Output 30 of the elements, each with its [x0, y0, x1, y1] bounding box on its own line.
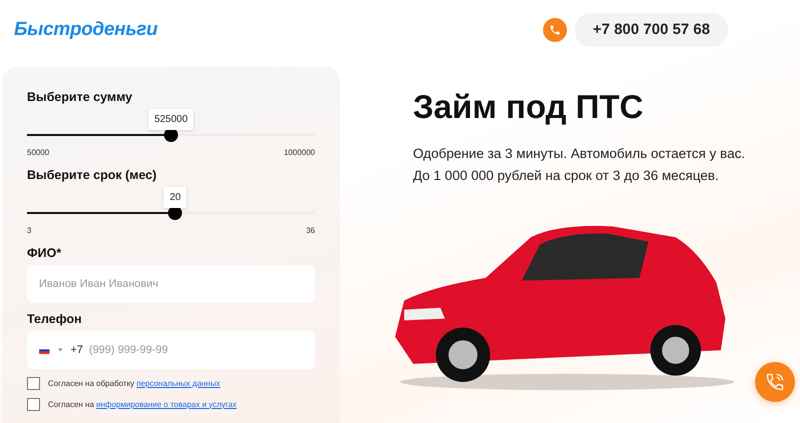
caret-icon — [58, 348, 62, 352]
logo[interactable]: Быстроденьги — [14, 16, 158, 44]
slider-min-label: 50000 — [27, 147, 50, 159]
checkbox[interactable] — [27, 377, 40, 390]
description-text: Одобрение за 3 минуты. Автомобиль остается у вас. — [413, 144, 746, 163]
phone-input-field[interactable]: +7 (999) 999-99-99 — [27, 331, 315, 369]
callback-button[interactable] — [755, 362, 795, 402]
phone-number-link[interactable]: +7 800 700 57 68 — [574, 12, 728, 48]
phone-prefix: +7 — [70, 342, 84, 358]
slider-value-tooltip: 525000 — [148, 109, 194, 130]
name-input-field[interactable]: Иванов Иван Иванович — [27, 265, 315, 303]
slider-max-label: 36 — [306, 225, 315, 237]
phone-icon[interactable] — [542, 18, 567, 42]
page-title: Займ под ПТС — [413, 87, 644, 127]
slider-label: Выберите сумму — [27, 89, 134, 105]
flag-icon — [39, 346, 50, 354]
phone-icon — [765, 372, 785, 392]
slider-value-tooltip: 20 — [164, 187, 187, 208]
consent-text: Согласен на информирование о товарах и услугах — [48, 398, 237, 410]
consent-text: Согласен на обработку персональных данных — [48, 378, 220, 390]
checkbox[interactable] — [27, 398, 40, 411]
description-text: До 1 000 000 рублей на срок от 3 до 36 месяцев. — [413, 166, 720, 185]
slider-min-label: 3 — [27, 225, 32, 237]
phone-input[interactable]: (999) 999-99-99 — [87, 340, 303, 360]
slider-max-label: 1000000 — [284, 147, 315, 159]
field-label: ФИО* — [27, 245, 62, 261]
consent-link[interactable]: информирование о товарах и услугах — [96, 400, 237, 408]
consent-link[interactable]: персональных данных — [136, 378, 220, 388]
field-label: Телефон — [27, 311, 83, 327]
slider-label: Выберите срок (мес) — [27, 167, 158, 183]
